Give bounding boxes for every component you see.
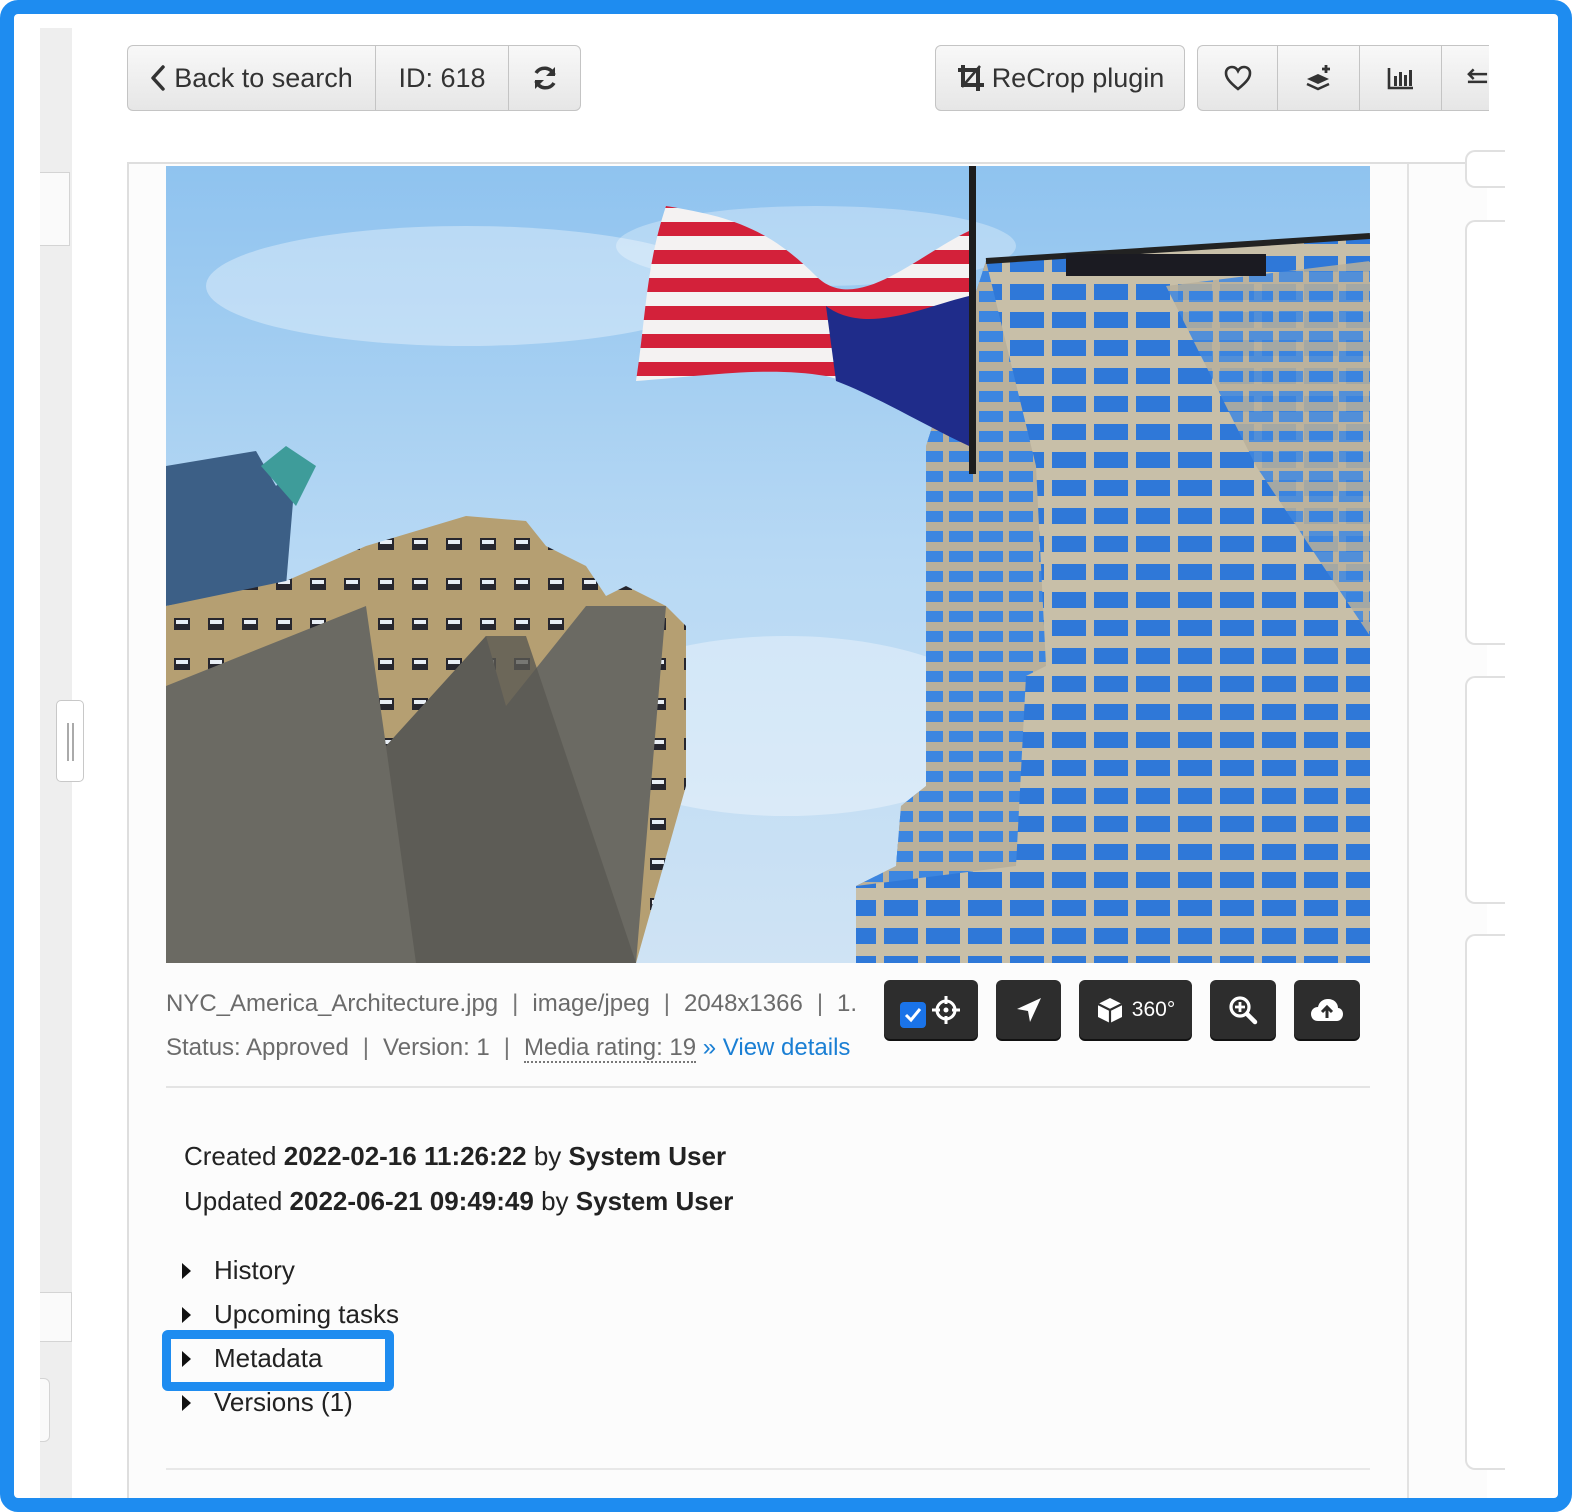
created-prefix: Created xyxy=(184,1141,277,1171)
column-divider xyxy=(1407,164,1409,1504)
divider xyxy=(166,1468,1370,1470)
crosshairs-icon xyxy=(932,995,960,1024)
back-to-search-button[interactable]: Back to search xyxy=(127,45,375,111)
share-button[interactable] xyxy=(1441,45,1489,111)
zoom-in-icon xyxy=(1229,995,1258,1024)
separator: | xyxy=(503,1034,510,1061)
file-mime: image/jpeg xyxy=(532,990,650,1017)
asset-preview-image[interactable] xyxy=(166,166,1370,963)
nyc-architecture-photo xyxy=(166,166,1370,963)
location-arrow-icon xyxy=(1016,997,1041,1022)
resize-handle[interactable] xyxy=(56,700,84,782)
side-card xyxy=(1465,676,1505,904)
divider xyxy=(166,1086,1370,1088)
refresh-icon xyxy=(533,66,556,90)
view-360-button[interactable]: 360° xyxy=(1079,980,1192,1039)
add-to-collection-button[interactable] xyxy=(1277,45,1359,111)
asset-action-group xyxy=(1197,45,1489,111)
side-card xyxy=(1465,934,1505,1470)
view-details-link[interactable]: » View details xyxy=(703,1034,851,1061)
status-info-line: Status: Approved | Version: 1 | Media rating… xyxy=(166,1034,851,1063)
updated-date: 2022-06-21 09:49:49 xyxy=(289,1186,534,1216)
caret-right-icon xyxy=(182,1394,191,1411)
favorite-button[interactable] xyxy=(1197,45,1277,111)
view-360-label: 360° xyxy=(1131,997,1176,1021)
cube-icon xyxy=(1097,997,1123,1023)
refresh-button[interactable] xyxy=(508,45,581,111)
plugin-button-group: ReCrop plugin xyxy=(935,45,1185,111)
separator: | xyxy=(512,990,519,1017)
upload-button[interactable] xyxy=(1294,980,1360,1039)
zoom-button[interactable] xyxy=(1210,980,1276,1039)
section-history[interactable]: History xyxy=(182,1255,295,1286)
version-text: Version: 1 xyxy=(383,1034,490,1061)
nav-button-group: Back to search ID: 618 xyxy=(127,45,581,111)
asset-id-button[interactable]: ID: 618 xyxy=(375,45,508,111)
cloud-upload-icon xyxy=(1311,998,1343,1021)
select-checkbox[interactable] xyxy=(900,1002,926,1028)
select-focal-point-button[interactable] xyxy=(884,980,978,1039)
exchange-icon xyxy=(1467,68,1488,84)
updated-user: System User xyxy=(575,1186,734,1216)
section-label: Upcoming tasks xyxy=(214,1299,399,1329)
separator: | xyxy=(663,990,671,1017)
file-info-line: NYC_America_Architecture.jpg | image/jpeg |… xyxy=(166,990,857,1018)
caret-right-icon xyxy=(182,1262,191,1279)
bar-chart-icon xyxy=(1387,68,1413,90)
back-to-search-label: Back to search xyxy=(174,62,353,93)
statistics-button[interactable] xyxy=(1359,45,1441,111)
left-panel-tab[interactable] xyxy=(40,172,70,246)
recrop-plugin-button[interactable]: ReCrop plugin xyxy=(935,45,1185,111)
recrop-plugin-label: ReCrop plugin xyxy=(991,62,1165,93)
heart-icon xyxy=(1224,65,1251,91)
section-versions[interactable]: Versions (1) xyxy=(182,1387,353,1418)
crop-icon xyxy=(957,65,984,91)
status-text: Status: Approved xyxy=(166,1034,349,1061)
caret-right-icon xyxy=(182,1306,191,1323)
chevron-left-icon xyxy=(151,65,165,91)
side-card xyxy=(1465,150,1505,188)
check-icon xyxy=(904,1008,922,1023)
updated-prefix: Updated xyxy=(184,1186,283,1216)
left-panel-tab[interactable] xyxy=(40,1292,72,1342)
location-button[interactable] xyxy=(996,980,1061,1039)
section-upcoming-tasks[interactable]: Upcoming tasks xyxy=(182,1299,399,1330)
asset-id-label: ID: 618 xyxy=(398,62,486,93)
updated-by-word: by xyxy=(541,1186,569,1216)
created-info: Created 2022-02-16 11:26:22 by System Us… xyxy=(184,1141,726,1172)
file-size-truncated: 1. xyxy=(837,990,858,1017)
section-label: History xyxy=(214,1255,295,1285)
created-date: 2022-02-16 11:26:22 xyxy=(283,1141,527,1171)
created-user: System User xyxy=(568,1141,727,1171)
created-by-word: by xyxy=(533,1141,562,1171)
left-panel-tab[interactable] xyxy=(40,1378,50,1442)
file-name: NYC_America_Architecture.jpg xyxy=(166,990,499,1017)
layers-plus-icon xyxy=(1305,65,1330,91)
separator: | xyxy=(362,1034,370,1061)
file-dimensions: 2048x1366 xyxy=(684,990,803,1017)
metadata-highlight-box xyxy=(162,1330,394,1391)
updated-info: Updated 2022-06-21 09:49:49 by System Us… xyxy=(184,1186,733,1217)
media-rating[interactable]: Media rating: 19 xyxy=(524,1034,697,1063)
section-label: Versions (1) xyxy=(214,1387,353,1417)
separator: | xyxy=(816,990,824,1017)
side-card xyxy=(1465,220,1505,645)
